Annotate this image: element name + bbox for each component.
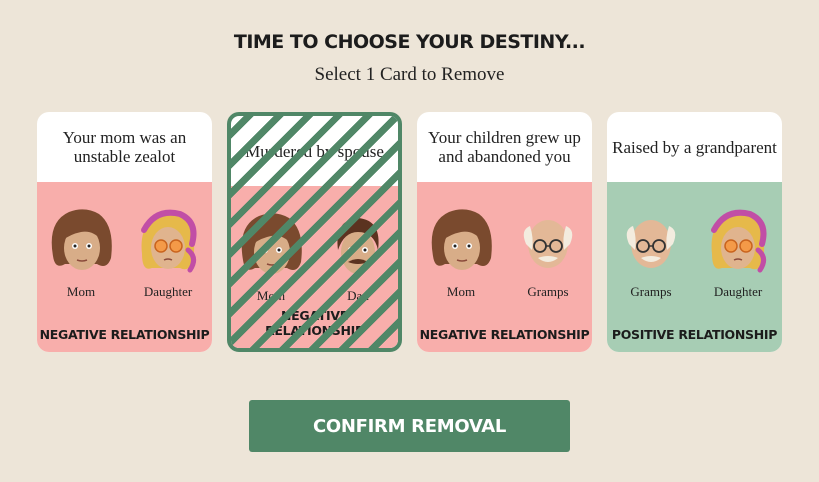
- person-label: Dad: [347, 288, 369, 303]
- person-daughter: Daughter: [694, 200, 782, 300]
- card-art: Mom Daughter NEGATIVE RELATIONSHIP: [37, 182, 212, 352]
- person-daughter: Daughter: [124, 200, 212, 300]
- destiny-card-3[interactable]: Your children grew up and abandoned you …: [417, 112, 592, 352]
- card-text: Your children grew up and abandoned you: [428, 128, 581, 166]
- person-mom: Mom: [37, 200, 125, 300]
- relationship-label: NEGATIVE RELATIONSHIP: [419, 327, 590, 342]
- daughter-portrait-icon: [141, 209, 197, 273]
- person-label: Gramps: [527, 284, 569, 299]
- person-dad: Dad: [314, 204, 398, 304]
- destiny-card-4[interactable]: Raised by a grandparent Gramps Daughter …: [607, 112, 782, 352]
- destiny-card-1[interactable]: Your mom was an unstable zealot Mom Daug…: [37, 112, 212, 352]
- person-mom: Mom: [417, 200, 505, 300]
- page-subtitle: Select 1 Card to Remove: [314, 64, 505, 85]
- card-text: Murdered by spouse: [245, 141, 384, 161]
- person-gramps: Gramps: [607, 200, 695, 300]
- person-label: Daughter: [713, 284, 763, 299]
- person-gramps: Gramps: [504, 200, 592, 300]
- relationship-label: NEGATIVE RELATIONSHIP: [265, 308, 364, 338]
- card-art: Gramps Daughter POSITIVE RELATIONSHIP: [607, 182, 782, 352]
- person-label: Daughter: [143, 284, 193, 299]
- daughter-portrait-icon: [711, 209, 767, 273]
- card-art: Mom Gramps NEGATIVE RELATIONSHIP: [417, 182, 592, 352]
- confirm-removal-button[interactable]: CONFIRM REMOVAL: [249, 400, 570, 452]
- page-title: TIME TO CHOOSE YOUR DESTINY...: [233, 31, 586, 53]
- mom-portrait-icon: [431, 209, 492, 270]
- relationship-label: NEGATIVE RELATIONSHIP: [39, 327, 210, 342]
- card-text: Your mom was an unstable zealot: [62, 128, 187, 166]
- person-label: Mom: [446, 284, 476, 299]
- person-mom: Mom: [231, 204, 315, 304]
- relationship-label: POSITIVE RELATIONSHIP: [611, 327, 778, 342]
- card-text: Raised by a grandparent: [612, 137, 777, 157]
- gramps-portrait-icon: [523, 220, 573, 268]
- person-label: Mom: [66, 284, 96, 299]
- dad-portrait-icon: [337, 218, 379, 274]
- person-label: Gramps: [630, 284, 672, 299]
- card-art: Mom Dad NEGATIVE RELATIONSHIP: [231, 186, 398, 348]
- gramps-portrait-icon: [626, 220, 676, 268]
- person-label: Mom: [256, 288, 286, 303]
- mom-portrait-icon: [51, 209, 112, 270]
- destiny-card-2[interactable]: Murdered by spouse Mom Dad NEGATIVE RELA…: [227, 112, 402, 352]
- mom-portrait-icon: [241, 213, 302, 274]
